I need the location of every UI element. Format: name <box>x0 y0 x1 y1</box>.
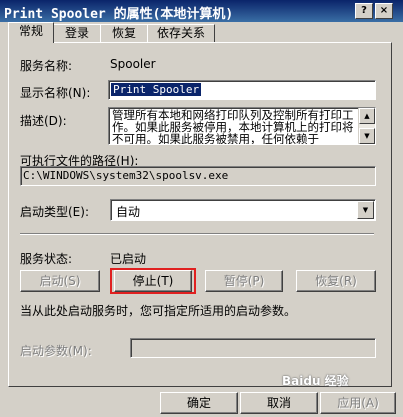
display-name-label: 显示名称(N): <box>20 86 91 100</box>
description-text: 管理所有本地和网络打印队列及控制所有打印工作。如果此服务被停用，本地计算机上的打… <box>112 109 354 144</box>
startup-type-label: 启动类型(E): <box>20 205 89 219</box>
ok-button[interactable]: 确定 <box>160 392 238 414</box>
cancel-button[interactable]: 取消 <box>240 392 318 414</box>
hint-text: 当从此处启动服务时，您可指定所适用的启动参数。 <box>20 304 297 318</box>
chevron-down-icon[interactable]: ▼ <box>357 201 374 219</box>
title-bar[interactable]: Print Spooler 的属性(本地计算机) ? × <box>0 0 403 22</box>
close-icon[interactable]: × <box>375 3 393 19</box>
exe-path-field[interactable]: C:\WINDOWS\system32\spoolsv.exe <box>20 166 376 186</box>
startup-type-value: 自动 <box>116 205 141 219</box>
start-button[interactable]: 启动(S) <box>20 270 100 292</box>
startup-type-select[interactable]: 自动 ▼ <box>110 199 376 221</box>
resume-button[interactable]: 恢复(R) <box>296 270 376 292</box>
pause-button[interactable]: 暂停(P) <box>205 270 283 292</box>
exe-path-value: C:\WINDOWS\system32\spoolsv.exe <box>23 169 229 182</box>
description-label: 描述(D): <box>20 114 67 128</box>
start-params-label: 启动参数(M): <box>20 344 92 358</box>
tab-dependencies[interactable]: 依存关系 <box>147 24 215 42</box>
service-status-value: 已启动 <box>110 252 147 266</box>
display-name-input[interactable]: Print Spooler <box>108 80 376 100</box>
tab-label: 登录 <box>64 26 89 40</box>
watermark: Baidu 经验 <box>282 374 349 388</box>
scroll-up-icon[interactable]: ▲ <box>359 108 375 124</box>
window-title: Print Spooler 的属性(本地计算机) <box>4 7 234 22</box>
service-status-label: 服务状态: <box>20 252 73 266</box>
apply-button[interactable]: 应用(A) <box>320 392 396 414</box>
description-box[interactable]: 管理所有本地和网络打印队列及控制所有打印工作。如果此服务被停用，本地计算机上的打… <box>108 107 376 145</box>
scroll-down-icon[interactable]: ▼ <box>359 128 375 144</box>
tab-logon[interactable]: 登录 <box>53 24 101 42</box>
tab-label: 恢复 <box>111 26 136 40</box>
separator <box>20 233 374 235</box>
tab-general[interactable]: 常规 <box>8 22 54 43</box>
start-params-input[interactable] <box>130 338 376 358</box>
service-name-value: Spooler <box>110 57 156 71</box>
stop-button[interactable]: 停止(T) <box>114 270 192 292</box>
tab-recovery[interactable]: 恢复 <box>100 24 148 42</box>
display-name-value: Print Spooler <box>109 82 203 97</box>
description-scrollbar[interactable]: ▲ ▼ <box>358 108 375 144</box>
tab-label: 常规 <box>18 24 43 38</box>
help-icon[interactable]: ? <box>355 3 373 19</box>
tab-label: 依存关系 <box>156 26 205 40</box>
service-name-label: 服务名称: <box>20 59 73 73</box>
